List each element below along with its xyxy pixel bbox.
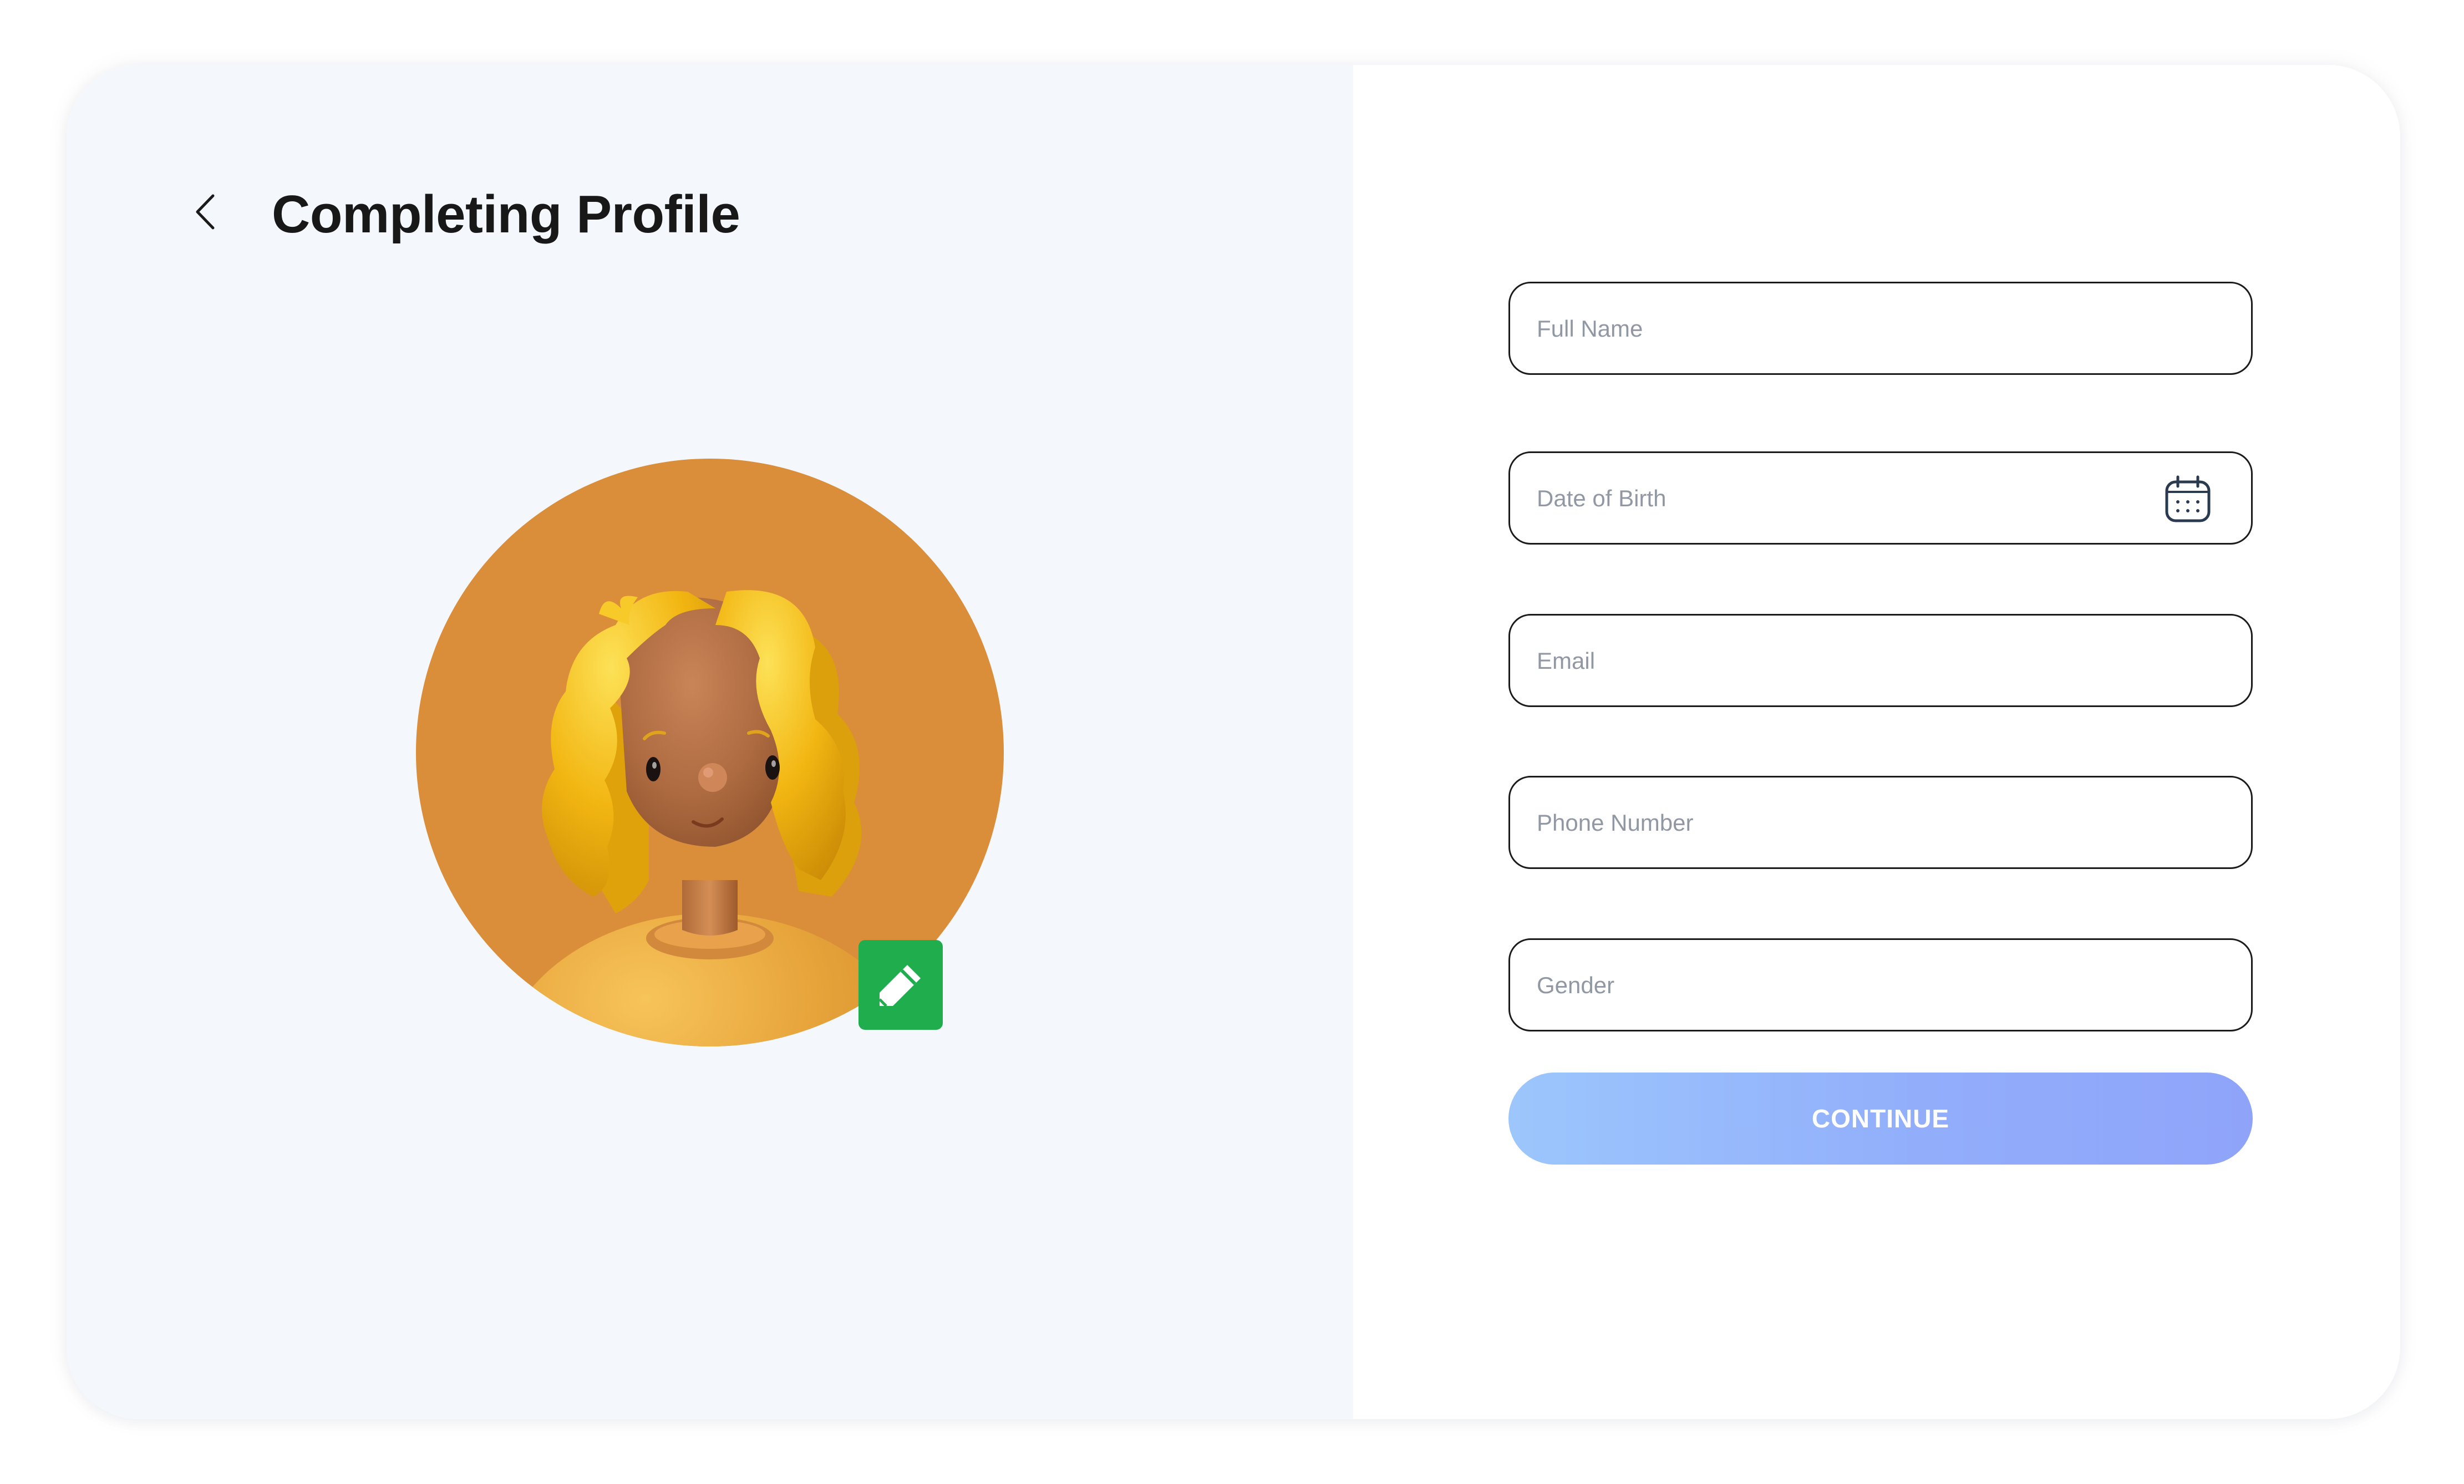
page-title: Completing Profile xyxy=(272,185,740,244)
avatar-panel: Completing Profile xyxy=(67,65,1353,1419)
profile-card: Completing Profile Full Name Date of Bir… xyxy=(67,65,2400,1419)
pencil-icon xyxy=(878,965,921,1007)
gender-input[interactable] xyxy=(1536,940,2192,1031)
email-input[interactable] xyxy=(1536,616,2192,707)
date-of-birth-field xyxy=(1508,451,2253,545)
calendar-icon xyxy=(2165,475,2211,522)
profile-form: CONTINUE xyxy=(1508,65,2255,1419)
full-name-input[interactable] xyxy=(1536,283,2192,374)
full-name-field xyxy=(1508,282,2253,375)
phone-number-input[interactable] xyxy=(1536,777,2192,868)
gender-field xyxy=(1508,938,2253,1031)
date-of-birth-input[interactable] xyxy=(1536,453,2137,544)
edit-avatar-button[interactable] xyxy=(858,940,943,1030)
chevron-left-icon xyxy=(196,194,215,230)
calendar-button[interactable] xyxy=(2165,475,2211,523)
back-button[interactable] xyxy=(183,181,227,242)
email-field xyxy=(1508,614,2253,707)
phone-number-field xyxy=(1508,776,2253,869)
continue-button[interactable]: CONTINUE xyxy=(1508,1073,2253,1165)
